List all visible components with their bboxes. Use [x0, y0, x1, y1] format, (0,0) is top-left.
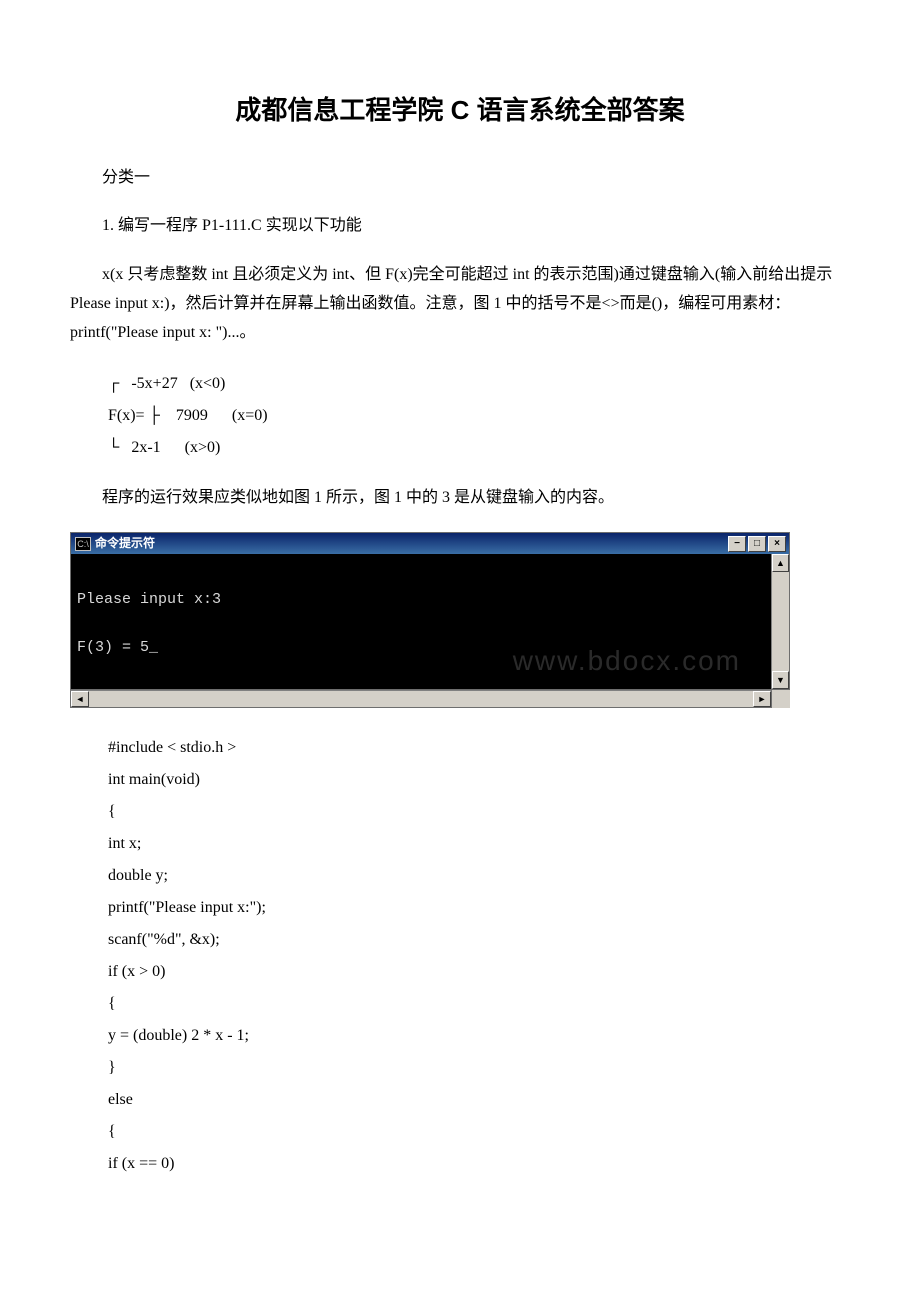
run-note: 程序的运行效果应类似地如图 1 所示，图 1 中的 3 是从键盘输入的内容。 — [70, 484, 850, 513]
code-listing: #include < stdio.h > int main(void) { in… — [108, 732, 850, 1180]
piecewise-row-0: ┌ -5x+27 (x<0) — [108, 368, 850, 400]
code-line: int x; — [108, 828, 850, 860]
code-line: int main(void) — [108, 764, 850, 796]
console-line-0: Please input x:3 — [77, 591, 221, 608]
piecewise-definition: ┌ -5x+27 (x<0) F(x)= ├ 7909 (x=0) └ 2x-1… — [108, 368, 850, 464]
code-line: { — [108, 1116, 850, 1148]
code-line: printf("Please input x:"); — [108, 892, 850, 924]
piecewise-row-2: └ 2x-1 (x>0) — [108, 432, 850, 464]
watermark: www.bdocx.com — [513, 639, 741, 684]
task-description: x(x 只考虑整数 int 且必须定义为 int、但 F(x)完全可能超过 in… — [70, 261, 850, 347]
code-line: scanf("%d", &x); — [108, 924, 850, 956]
close-button[interactable]: × — [768, 536, 786, 552]
console-line-1: F(3) = 5 — [77, 639, 149, 656]
console-output: Please input x:3 F(3) = 5 www.bdocx.com — [71, 554, 771, 689]
code-line: if (x > 0) — [108, 956, 850, 988]
console-window: C:\ 命令提示符 − □ × Please input x:3 F(3) = … — [70, 532, 790, 708]
console-titlebar: C:\ 命令提示符 − □ × — [70, 532, 790, 554]
minimize-button[interactable]: − — [728, 536, 746, 552]
code-line: #include < stdio.h > — [108, 732, 850, 764]
scroll-up-icon[interactable]: ▲ — [772, 554, 789, 572]
code-line: } — [108, 1052, 850, 1084]
console-icon: C:\ — [75, 537, 91, 551]
scroll-down-icon[interactable]: ▼ — [772, 671, 789, 689]
vertical-scrollbar[interactable]: ▲ ▼ — [771, 554, 789, 689]
code-line: { — [108, 988, 850, 1020]
code-line: if (x == 0) — [108, 1148, 850, 1180]
code-line: else — [108, 1084, 850, 1116]
piecewise-row-1: F(x)= ├ 7909 (x=0) — [108, 400, 850, 432]
code-line: { — [108, 796, 850, 828]
maximize-button[interactable]: □ — [748, 536, 766, 552]
horizontal-scrollbar[interactable]: ◄ ► — [70, 690, 772, 708]
page-title: 成都信息工程学院 C 语言系统全部答案 — [70, 90, 850, 132]
code-line: y = (double) 2 * x - 1; — [108, 1020, 850, 1052]
scrollbar-corner — [772, 690, 790, 708]
category-label: 分类一 — [70, 164, 850, 193]
console-title: 命令提示符 — [95, 534, 155, 553]
code-line: double y; — [108, 860, 850, 892]
task-heading: 1. 编写一程序 P1-111.C 实现以下功能 — [70, 212, 850, 241]
scroll-right-icon[interactable]: ► — [753, 691, 771, 707]
